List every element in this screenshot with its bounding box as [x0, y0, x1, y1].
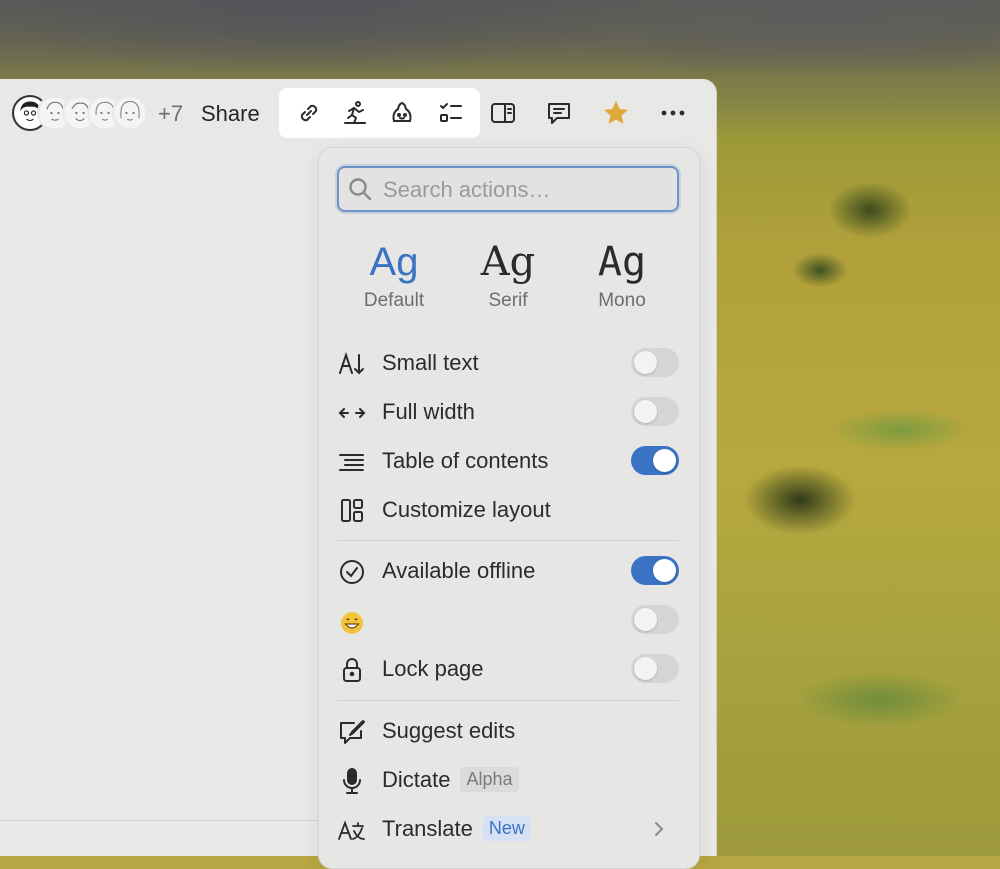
font-serif-option[interactable]: Ag Serif	[453, 238, 563, 318]
collaborator-avatars[interactable]	[12, 95, 152, 133]
translate-label-group: Translate New	[382, 816, 531, 842]
available-offline-row[interactable]: Available offline	[337, 551, 679, 591]
share-button[interactable]: Share	[201, 101, 260, 127]
microphone-icon	[337, 766, 367, 796]
translate-icon	[337, 815, 367, 845]
workout-icon[interactable]	[339, 97, 371, 129]
lock-page-row[interactable]: Lock page	[337, 649, 679, 689]
table-of-contents-label: Table of contents	[382, 448, 549, 473]
font-mono-option[interactable]: Ag Mono	[567, 238, 677, 318]
available-offline-label: Available offline	[382, 558, 536, 583]
avatar[interactable]	[112, 95, 148, 131]
suggest-edits-row[interactable]: Suggest edits	[337, 711, 679, 751]
font-serif-label: Serif	[488, 290, 528, 311]
customize-layout-row[interactable]: Customize layout	[337, 490, 679, 530]
more-collaborators-count[interactable]: +7	[158, 101, 183, 127]
menu-divider	[337, 700, 679, 701]
table-of-contents-toggle[interactable]	[631, 446, 679, 475]
translate-row[interactable]: Translate New	[337, 809, 679, 849]
layout-icon	[337, 496, 367, 526]
suggest-edits-label: Suggest edits	[382, 718, 516, 743]
font-mono-label: Mono	[598, 290, 646, 311]
small-text-icon	[337, 349, 367, 379]
toolbar-group	[279, 88, 480, 138]
more-options-icon[interactable]	[657, 97, 689, 129]
table-of-contents-icon	[337, 447, 367, 477]
new-badge: New	[482, 816, 531, 841]
lock-page-label: Lock page	[382, 656, 484, 681]
search-input[interactable]	[381, 174, 675, 206]
emoji-row[interactable]: 😄	[337, 600, 679, 640]
ghost-icon[interactable]	[386, 97, 418, 129]
font-default-sample: Ag	[369, 240, 419, 284]
dictate-label: Dictate	[382, 767, 451, 792]
alpha-badge: Alpha	[460, 767, 519, 792]
available-offline-toggle[interactable]	[631, 556, 679, 585]
sidebar-toggle-icon[interactable]	[487, 97, 519, 129]
checklist-icon[interactable]	[435, 97, 467, 129]
font-default-label: Default	[363, 290, 425, 311]
search-icon	[349, 178, 372, 201]
menu-divider	[337, 540, 679, 541]
check-circle-icon	[337, 557, 367, 587]
star-icon[interactable]	[600, 97, 632, 129]
lock-page-toggle[interactable]	[631, 654, 679, 683]
suggest-edits-icon	[337, 717, 367, 747]
small-text-row[interactable]: Small text	[337, 343, 679, 383]
content-divider	[0, 820, 320, 821]
translate-label: Translate	[382, 816, 473, 841]
font-default-option[interactable]: Ag Default	[339, 238, 449, 318]
link-icon[interactable]	[293, 97, 325, 129]
full-width-label: Full width	[382, 399, 475, 424]
font-mono-sample: Ag	[597, 239, 647, 285]
dictate-label-group: Dictate Alpha	[382, 767, 519, 793]
page-actions-menu: Ag Default Ag Serif Ag Mono Small text F…	[318, 147, 700, 869]
font-serif-sample: Ag	[480, 239, 536, 285]
comments-icon[interactable]	[543, 97, 575, 129]
small-text-toggle[interactable]	[631, 348, 679, 377]
full-width-row[interactable]: Full width	[337, 392, 679, 432]
chevron-right-icon	[655, 822, 664, 836]
customize-layout-label: Customize layout	[382, 497, 551, 522]
search-actions-box[interactable]	[337, 166, 679, 212]
emoji-toggle[interactable]	[631, 605, 679, 634]
small-text-label: Small text	[382, 350, 479, 375]
full-width-icon	[337, 398, 367, 428]
full-width-toggle[interactable]	[631, 397, 679, 426]
dictate-row[interactable]: Dictate Alpha	[337, 760, 679, 800]
lock-icon	[337, 655, 367, 685]
table-of-contents-row[interactable]: Table of contents	[337, 441, 679, 481]
grinning-face-icon	[337, 606, 367, 636]
page-header: +7 Share	[0, 79, 716, 147]
